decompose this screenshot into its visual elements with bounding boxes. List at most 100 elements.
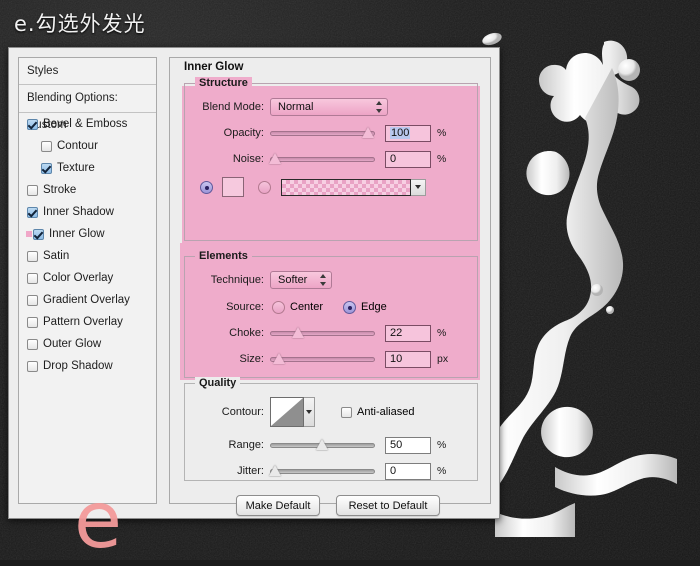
checkbox-inner-shadow[interactable] <box>27 206 38 218</box>
structure-legend: Structure <box>195 77 252 89</box>
checkbox-satin[interactable] <box>27 250 38 262</box>
technique-label: Technique: <box>210 274 264 286</box>
checkbox-bevel-emboss[interactable] <box>27 118 38 130</box>
reset-to-default-button[interactable]: Reset to Default <box>336 495 440 516</box>
jitter-input[interactable]: 0 <box>385 462 431 480</box>
contour-row: Contour: Anti-aliased <box>188 396 478 428</box>
size-value: 10 <box>390 353 403 365</box>
make-default-button[interactable]: Make Default <box>236 495 320 516</box>
checkbox-stroke[interactable] <box>27 184 38 196</box>
slider-knob[interactable] <box>292 327 305 338</box>
choke-slider[interactable] <box>270 327 375 339</box>
checkbox-color-overlay[interactable] <box>27 272 38 284</box>
opacity-input[interactable]: 100 <box>385 124 431 142</box>
sidebar-item-bevel-emboss[interactable]: Bevel & Emboss <box>19 113 156 135</box>
slider-knob[interactable] <box>362 127 375 138</box>
noise-unit: % <box>437 153 447 165</box>
noise-row: Noise: 0 % <box>188 150 488 168</box>
checkbox-anti-aliased[interactable] <box>341 406 352 418</box>
choke-input[interactable]: 22 <box>385 324 431 342</box>
size-unit: px <box>437 353 449 365</box>
sidebar-item-color-overlay[interactable]: Color Overlay <box>19 267 156 289</box>
sidebar-item-inner-shadow[interactable]: Inner Shadow <box>19 201 156 223</box>
noise-input[interactable]: 0 <box>385 150 431 168</box>
sidebar-item-label: Outer Glow <box>43 338 102 350</box>
blend-mode-row: Blend Mode: Normal <box>188 98 478 116</box>
size-slider[interactable] <box>270 353 375 365</box>
checkbox-gradient-overlay[interactable] <box>27 294 38 306</box>
gradient-dropdown-button[interactable] <box>411 178 426 196</box>
noise-value: 0 <box>390 153 397 165</box>
elements-legend: Elements <box>195 250 252 262</box>
sidebar-item-texture[interactable]: Texture <box>19 157 156 179</box>
range-unit: % <box>437 439 447 451</box>
slider-track <box>270 331 375 336</box>
range-slider[interactable] <box>270 439 375 451</box>
sidebar-header-styles: Styles <box>19 58 156 85</box>
noise-slider[interactable] <box>269 153 375 165</box>
blend-mode-select[interactable]: Normal <box>270 98 388 116</box>
range-label: Range: <box>228 439 264 451</box>
sidebar-item-label: Inner Glow <box>49 228 105 240</box>
jitter-label: Jitter: <box>237 465 264 477</box>
range-input[interactable]: 50 <box>385 436 431 454</box>
sidebar-item-drop-shadow[interactable]: Drop Shadow <box>19 355 156 377</box>
choke-label: Choke: <box>229 327 264 339</box>
pane-title: Inner Glow <box>184 61 244 73</box>
sidebar-item-pattern-overlay[interactable]: Pattern Overlay <box>19 311 156 333</box>
blend-mode-label: Blend Mode: <box>202 101 264 113</box>
size-label: Size: <box>239 353 264 365</box>
sidebar-item-inner-glow[interactable]: Inner Glow <box>19 223 156 245</box>
slider-track <box>270 469 375 474</box>
contour-label: Contour: <box>221 406 264 418</box>
slider-knob[interactable] <box>269 465 282 476</box>
jitter-slider[interactable] <box>269 465 375 477</box>
sidebar-item-outer-glow[interactable]: Outer Glow <box>19 333 156 355</box>
source-center-label: Center <box>290 301 324 313</box>
stepper-arrows-icon <box>320 274 327 286</box>
sidebar-item-blending-options[interactable]: Blending Options: Custom <box>19 85 156 131</box>
technique-select[interactable]: Softer <box>270 271 332 289</box>
sidebar-item-satin[interactable]: Satin <box>19 245 156 267</box>
source-row: Source: Center Edge <box>188 298 478 316</box>
sidebar-item-label: Bevel & Emboss <box>43 118 128 130</box>
size-input[interactable]: 10 <box>385 350 431 368</box>
range-row: Range: 50 % <box>188 436 488 454</box>
radio-gradient[interactable] <box>258 180 271 194</box>
slider-knob[interactable] <box>273 353 286 364</box>
choke-unit: % <box>437 327 447 339</box>
radio-source-edge[interactable] <box>343 300 357 314</box>
checkbox-inner-glow[interactable] <box>33 228 44 240</box>
glow-fill-row <box>200 176 480 198</box>
slider-track <box>270 131 375 136</box>
opacity-label: Opacity: <box>223 127 264 139</box>
glow-color-swatch[interactable] <box>222 177 244 197</box>
sidebar-item-label: Inner Shadow <box>43 206 114 218</box>
opacity-slider[interactable] <box>270 127 375 139</box>
noise-label: Noise: <box>232 153 264 165</box>
sidebar-item-stroke[interactable]: Stroke <box>19 179 156 201</box>
technique-value: Softer <box>278 274 308 286</box>
jitter-value: 0 <box>390 465 397 477</box>
checkbox-pattern-overlay[interactable] <box>27 316 38 328</box>
slider-knob[interactable] <box>269 153 282 164</box>
layer-style-dialog: Styles Blending Options: Custom Bevel & … <box>8 47 500 560</box>
radio-source-center[interactable] <box>272 300 285 314</box>
sidebar-item-gradient-overlay[interactable]: Gradient Overlay <box>19 289 156 311</box>
jitter-unit: % <box>437 465 447 477</box>
radio-solid-color[interactable] <box>200 180 213 194</box>
choke-value: 22 <box>390 327 403 339</box>
inner-glow-pane: Inner Glow Structure Blend Mode: Normal … <box>169 57 491 516</box>
contour-preview[interactable] <box>270 397 304 427</box>
checkbox-drop-shadow[interactable] <box>27 360 38 372</box>
opacity-value: 100 <box>390 127 411 139</box>
checkbox-outer-glow[interactable] <box>27 338 38 350</box>
gradient-preview[interactable] <box>281 178 411 196</box>
choke-row: Choke: 22 % <box>188 324 488 342</box>
checkbox-texture[interactable] <box>41 162 52 174</box>
contour-dropdown-button[interactable] <box>304 397 315 427</box>
checkbox-contour[interactable] <box>41 140 52 152</box>
slider-knob[interactable] <box>316 439 329 450</box>
sidebar-item-contour[interactable]: Contour <box>19 135 156 157</box>
sidebar-item-label: Pattern Overlay <box>43 316 123 328</box>
